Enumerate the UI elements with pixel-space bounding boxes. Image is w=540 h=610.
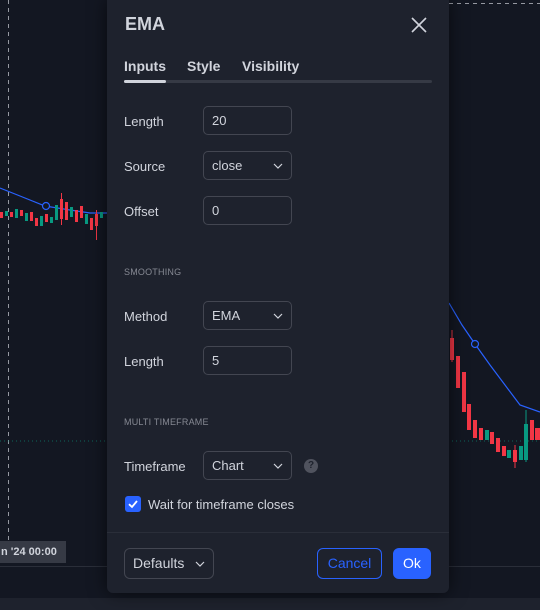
offset-input[interactable]: 0 — [203, 196, 292, 225]
ok-button[interactable]: Ok — [393, 548, 431, 579]
defaults-button[interactable]: Defaults — [124, 548, 214, 579]
source-select[interactable]: close — [203, 151, 292, 180]
cancel-button[interactable]: Cancel — [317, 548, 382, 579]
candles-right — [450, 330, 540, 468]
smoothing-length-input[interactable]: 5 — [203, 346, 292, 375]
footer-divider — [107, 532, 449, 533]
chevron-down-icon — [273, 163, 283, 169]
smoothing-length-label: Length — [124, 354, 164, 369]
timeframe-value: Chart — [212, 458, 244, 473]
smoothing-section-title: SMOOTHING — [124, 267, 182, 277]
tab-active-indicator — [124, 80, 166, 83]
source-value: close — [212, 158, 243, 173]
timeframe-select[interactable]: Chart — [203, 451, 292, 480]
checkmark-icon — [128, 500, 138, 509]
chevron-down-icon — [273, 313, 283, 319]
tab-visibility[interactable]: Visibility — [242, 58, 299, 74]
tab-inputs[interactable]: Inputs — [124, 58, 166, 74]
method-select[interactable]: EMA — [203, 301, 292, 330]
multi-timeframe-section-title: MULTI TIMEFRAME — [124, 417, 209, 427]
timeframe-label: Timeframe — [124, 459, 186, 474]
method-label: Method — [124, 309, 168, 324]
length-label: Length — [124, 114, 164, 129]
close-icon[interactable] — [407, 13, 431, 37]
source-label: Source — [124, 159, 166, 174]
dialog-title: EMA — [125, 14, 165, 34]
bottom-scrollbar — [0, 598, 540, 610]
length-input[interactable]: 20 — [203, 106, 292, 135]
tab-track — [124, 80, 432, 83]
wait-for-close-checkbox[interactable] — [125, 496, 141, 512]
offset-label: Offset — [124, 204, 159, 219]
ema-settings-dialog: EMA Inputs Style Visibility Length 20 So… — [107, 0, 449, 593]
tab-style[interactable]: Style — [187, 58, 220, 74]
defaults-label: Defaults — [133, 555, 185, 571]
candles-left — [0, 193, 103, 240]
crosshair-time-label: n '24 00:00 — [0, 541, 66, 563]
wait-for-close-label[interactable]: Wait for timeframe closes — [148, 497, 294, 512]
ema-marker-right — [470, 339, 480, 349]
ema-marker-left — [41, 201, 51, 211]
help-icon[interactable]: ? — [304, 459, 318, 473]
chevron-down-icon — [195, 561, 205, 567]
method-value: EMA — [212, 308, 241, 323]
chevron-down-icon — [273, 463, 283, 469]
